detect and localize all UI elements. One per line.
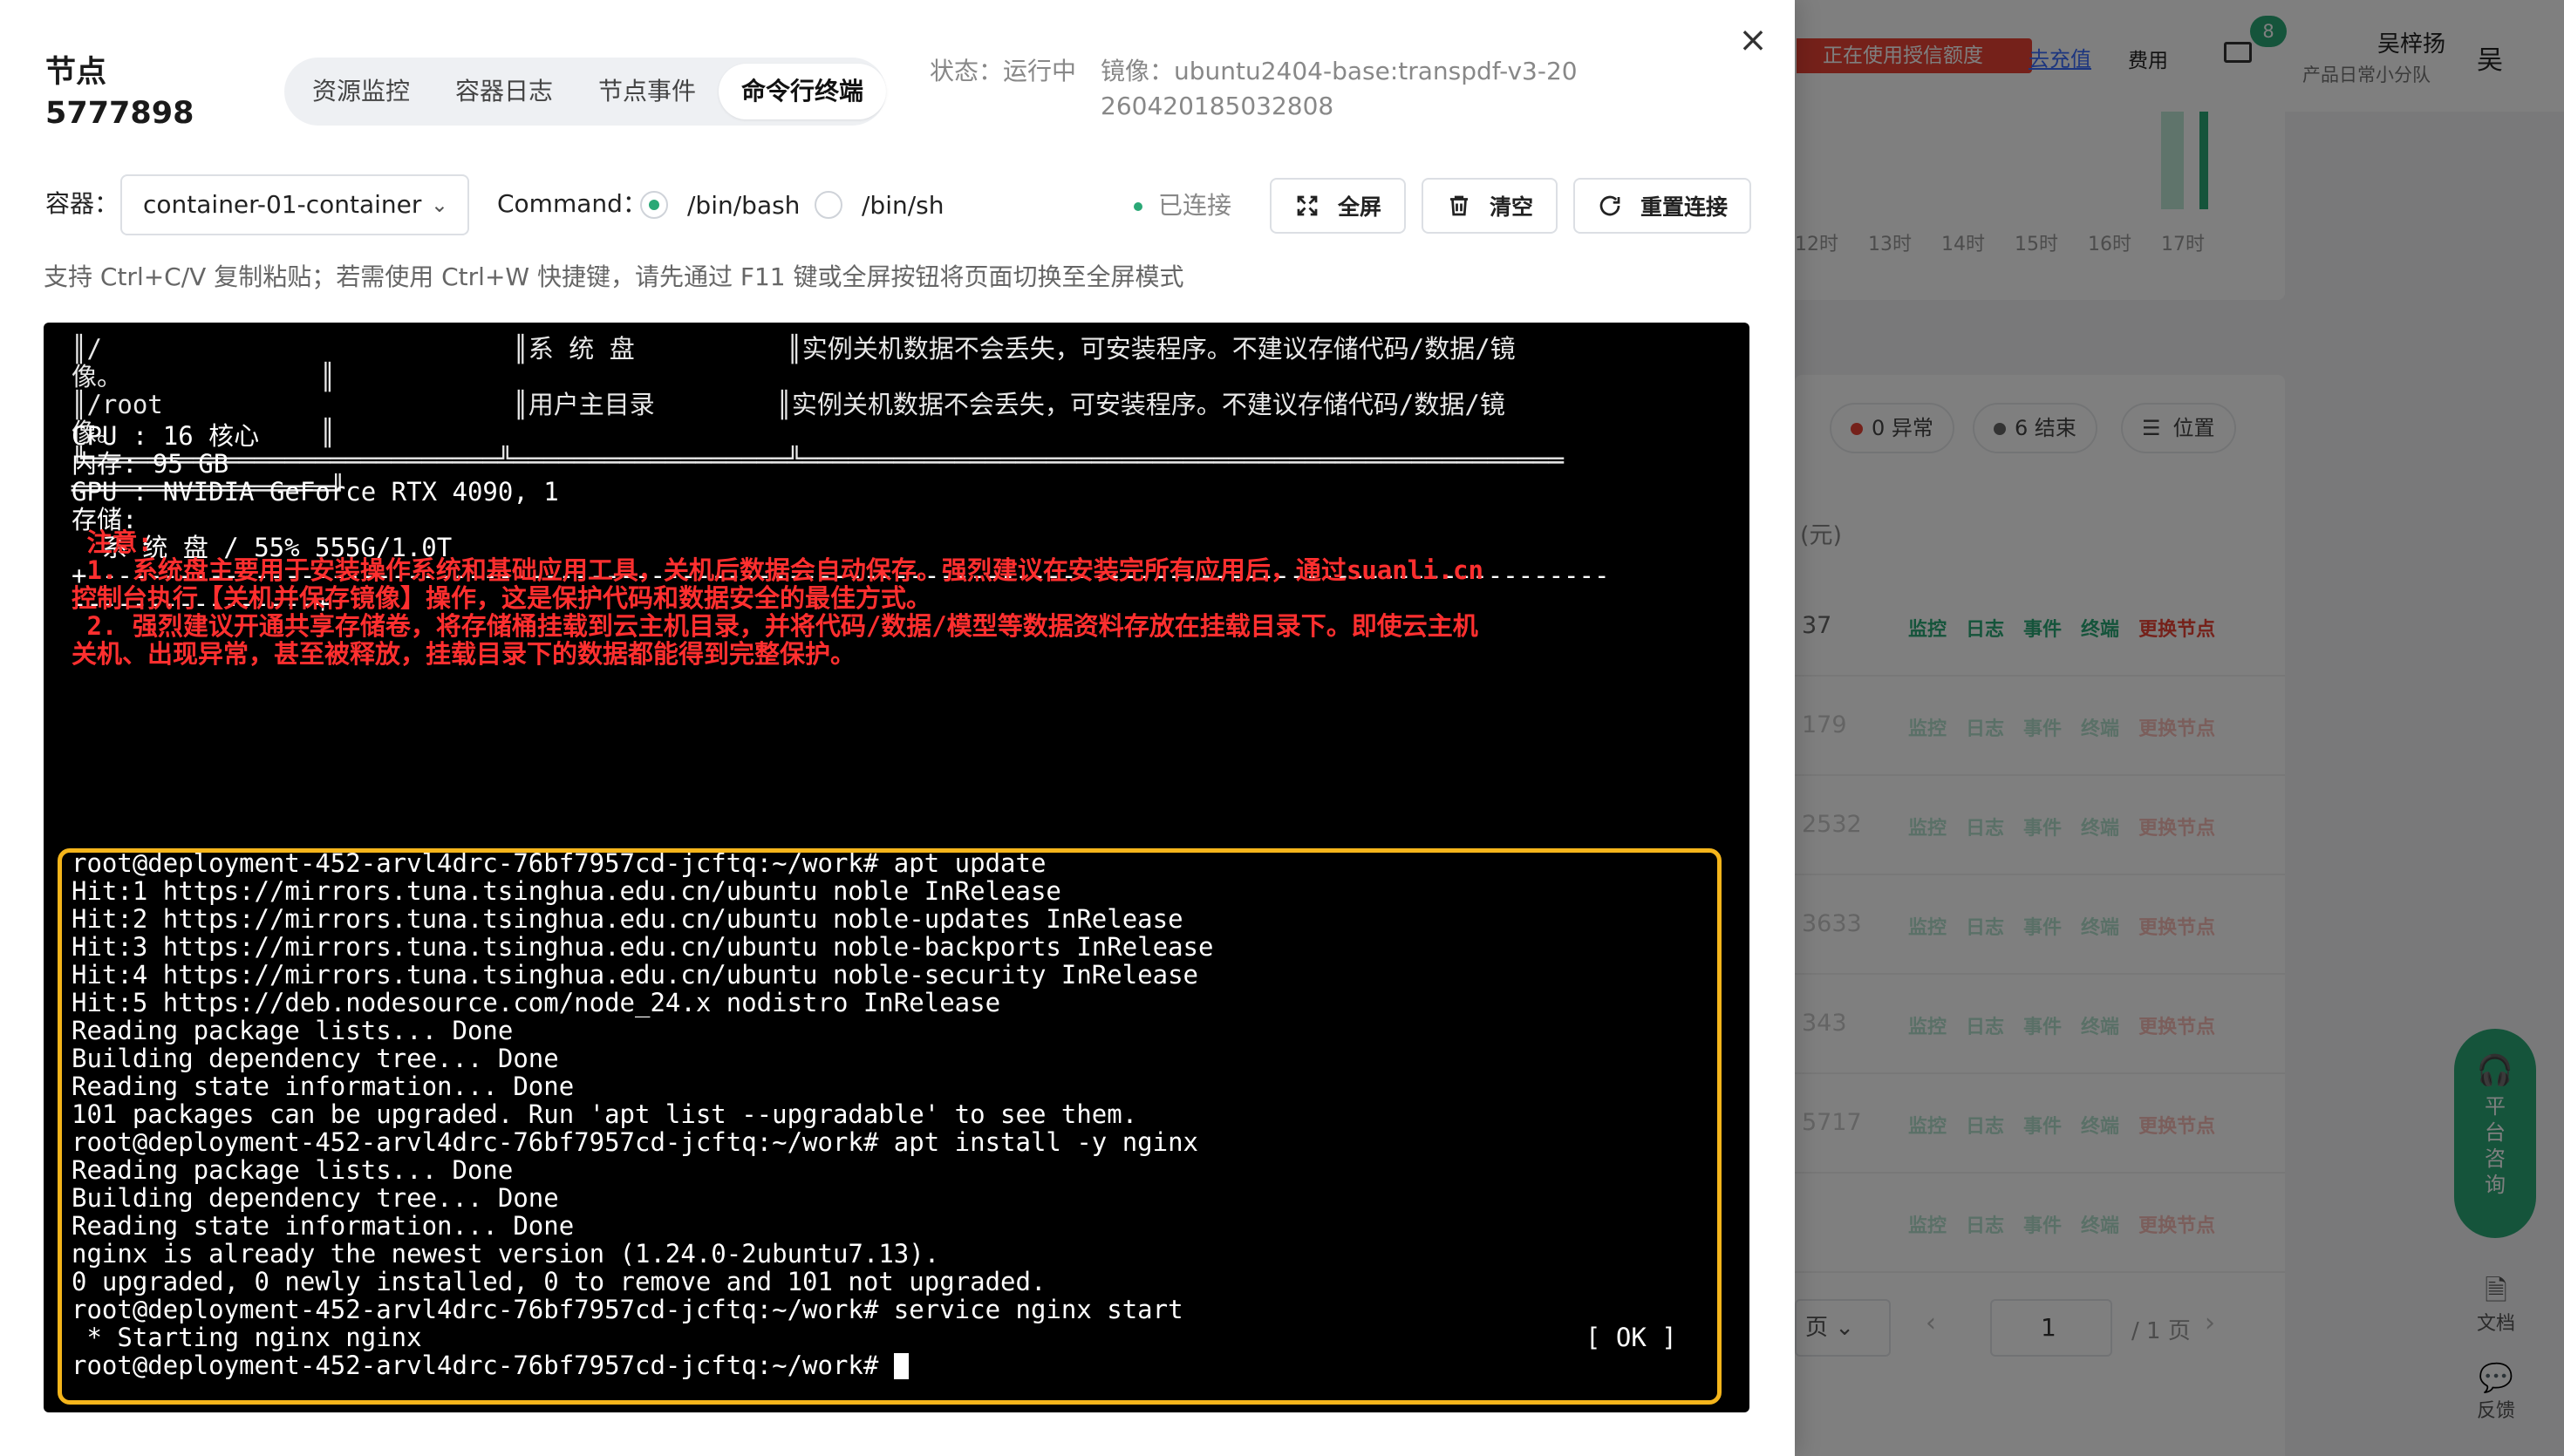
tab-terminal[interactable]: 命令行终端 (719, 64, 887, 119)
reconnect-button[interactable]: 重置连接 (1573, 178, 1751, 234)
terminal-warning-line: 1. 系统盘主要用于安装操作系统和基础应用工具，关机后数据会自动保存。强烈建议在… (72, 555, 1483, 585)
modal-overlay[interactable] (1795, 0, 2564, 1456)
container-select[interactable]: container-01-container ⌄ (120, 174, 469, 235)
highlight-box (58, 848, 1722, 1405)
connection-status: 已连接 (1134, 188, 1231, 223)
terminal-warning-line: 2. 强烈建议开通共享存储卷，将存储桶挂载到云主机目录，并将代码/数据/模型等数… (72, 611, 1478, 641)
tab-resource-monitor[interactable]: 资源监控 (290, 64, 433, 119)
terminal-header-line: 像。 ║ (72, 362, 336, 391)
terminal-warning-line: 注意: (72, 527, 153, 557)
terminal-window[interactable]: ║/ ║系 统 盘 ║实例关机数据不会丢失，可安装程序。不建议存储代码/数据/镜… (44, 323, 1749, 1412)
clear-button[interactable]: 清空 (1422, 178, 1558, 234)
terminal-header-line: ║/root ║用户主目录 ║实例关机数据不会丢失，可安装程序。不建议存储代码/… (72, 390, 1505, 419)
container-label: 容器： (45, 189, 119, 218)
terminal-info-line: CPU : 16 核心 (72, 421, 260, 451)
terminal-header-line: ║/ ║系 统 盘 ║实例关机数据不会丢失，可安装程序。不建议存储代码/数据/镜 (72, 334, 1516, 364)
node-image: 镜像：ubuntu2404-base:transpdf-v3-202604201… (1101, 57, 1578, 120)
shell-radio-sh[interactable]: /bin/sh (815, 174, 944, 235)
fullscreen-button[interactable]: 全屏 (1270, 178, 1406, 234)
radio-circle (640, 191, 668, 219)
clipboard-hint: 支持 Ctrl+C/V 复制粘贴；若需使用 Ctrl+W 快捷键，请先通过 F1… (44, 262, 1184, 291)
trash-icon (1449, 195, 1468, 216)
status-dot-icon (1134, 202, 1142, 211)
tab-node-events[interactable]: 节点事件 (576, 64, 719, 119)
terminal-warning-line: 控制台执行【关机并保存镜像】操作，这是保护代码和数据安全的最佳方式。 (72, 583, 932, 613)
chevron-down-icon: ⌄ (430, 193, 448, 217)
node-id: 5777898 (45, 96, 194, 131)
shell-radio-bash[interactable]: /bin/bash (640, 174, 800, 235)
node-status: 状态：运行中 (930, 57, 1077, 85)
terminal-info-line: 内存: 95 GB (72, 449, 229, 479)
command-label: Command： (497, 189, 647, 218)
terminal-info-line: GPU : NVIDIA GeForce RTX 4090, 1 (72, 477, 559, 507)
close-icon[interactable]: × (1735, 23, 1770, 58)
terminal-header-line: ╚═══════════════════════════╩═══════════… (72, 446, 1565, 475)
refresh-icon (1599, 195, 1620, 216)
drawer-tabs: 资源监控 容器日志 节点事件 命令行终端 (284, 58, 887, 126)
terminal-warning-line: 关机、出现异常，甚至被释放，挂载目录下的数据都能得到完整保护。 (72, 639, 856, 669)
drawer-title: 节点 (45, 55, 107, 90)
radio-circle (815, 191, 842, 219)
fullscreen-icon (1297, 195, 1318, 216)
tab-container-logs[interactable]: 容器日志 (433, 64, 576, 119)
node-drawer: × 节点 5777898 资源监控 容器日志 节点事件 命令行终端 状态：运行中… (0, 0, 1795, 1456)
